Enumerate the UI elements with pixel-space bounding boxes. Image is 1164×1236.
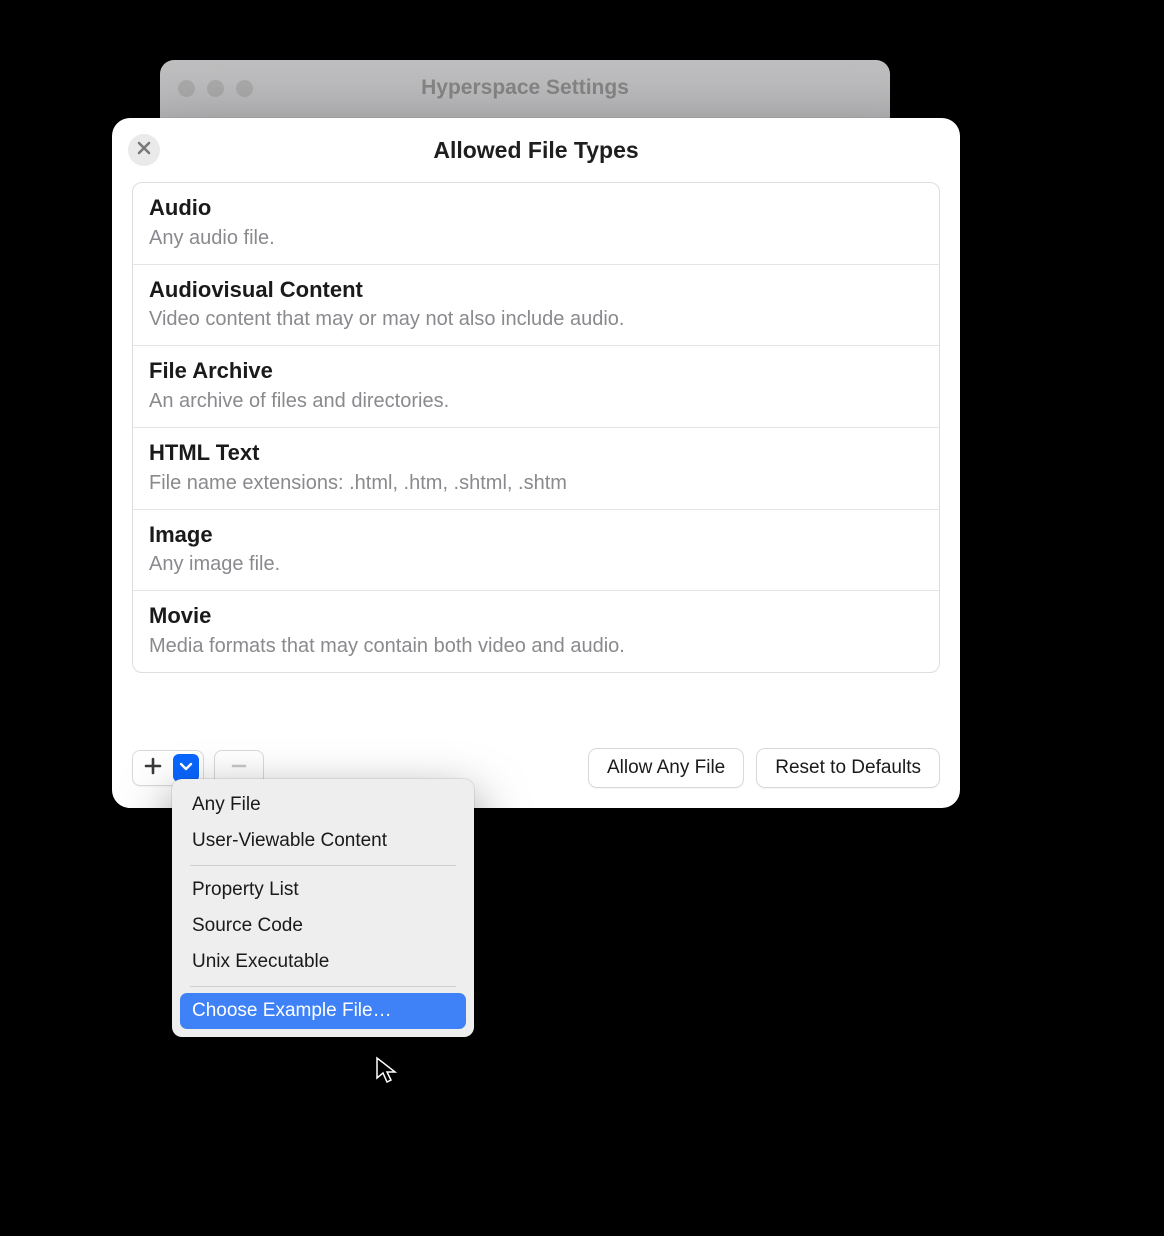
menu-item-any-file[interactable]: Any File	[180, 787, 466, 823]
menu-separator	[190, 986, 456, 987]
list-row-title: Image	[149, 520, 923, 550]
chevron-down-icon	[179, 759, 193, 778]
list-row[interactable]: Movie Media formats that may contain bot…	[133, 591, 939, 672]
traffic-lights-group	[178, 80, 253, 97]
close-icon	[137, 141, 151, 160]
file-types-list[interactable]: Audio Any audio file. Audiovisual Conten…	[132, 182, 940, 673]
list-row[interactable]: Image Any image file.	[133, 510, 939, 592]
list-row-title: Movie	[149, 601, 923, 631]
window-close-button[interactable]	[178, 80, 195, 97]
mouse-cursor-icon	[374, 1056, 402, 1089]
list-row-desc: An archive of files and directories.	[149, 388, 923, 415]
menu-item-source-code[interactable]: Source Code	[180, 908, 466, 944]
list-row-title: File Archive	[149, 356, 923, 386]
window-minimize-button[interactable]	[207, 80, 224, 97]
menu-item-unix-executable[interactable]: Unix Executable	[180, 944, 466, 980]
list-row-desc: Media formats that may contain both vide…	[149, 633, 923, 660]
list-row-desc: Any image file.	[149, 551, 923, 578]
reset-to-defaults-button[interactable]: Reset to Defaults	[756, 748, 940, 788]
list-row[interactable]: HTML Text File name extensions: .html, .…	[133, 428, 939, 510]
allow-any-file-button[interactable]: Allow Any File	[588, 748, 744, 788]
list-row-title: HTML Text	[149, 438, 923, 468]
parent-window-title: Hyperspace Settings	[160, 76, 890, 100]
list-row-title: Audio	[149, 193, 923, 223]
sheet-title: Allowed File Types	[433, 137, 638, 164]
list-row-desc: Video content that may or may not also i…	[149, 306, 923, 333]
close-sheet-button[interactable]	[128, 134, 160, 166]
menu-separator	[190, 865, 456, 866]
add-menu-button[interactable]	[173, 754, 199, 782]
list-row[interactable]: Audiovisual Content Video content that m…	[133, 265, 939, 347]
list-row-desc: File name extensions: .html, .htm, .shtm…	[149, 470, 923, 497]
allowed-file-types-sheet: Allowed File Types Audio Any audio file.…	[112, 118, 960, 808]
menu-item-user-viewable-content[interactable]: User-Viewable Content	[180, 823, 466, 859]
sheet-header: Allowed File Types	[112, 118, 960, 182]
add-file-type-menu: Any File User-Viewable Content Property …	[172, 779, 474, 1037]
plus-icon	[144, 757, 162, 780]
menu-item-property-list[interactable]: Property List	[180, 872, 466, 908]
window-zoom-button[interactable]	[236, 80, 253, 97]
list-row[interactable]: Audio Any audio file.	[133, 183, 939, 265]
list-row-desc: Any audio file.	[149, 225, 923, 252]
list-row[interactable]: File Archive An archive of files and dir…	[133, 346, 939, 428]
list-row-title: Audiovisual Content	[149, 275, 923, 305]
parent-titlebar: Hyperspace Settings	[160, 60, 890, 116]
minus-icon	[231, 758, 247, 779]
menu-item-choose-example-file[interactable]: Choose Example File…	[180, 993, 466, 1029]
add-button[interactable]	[133, 751, 173, 785]
